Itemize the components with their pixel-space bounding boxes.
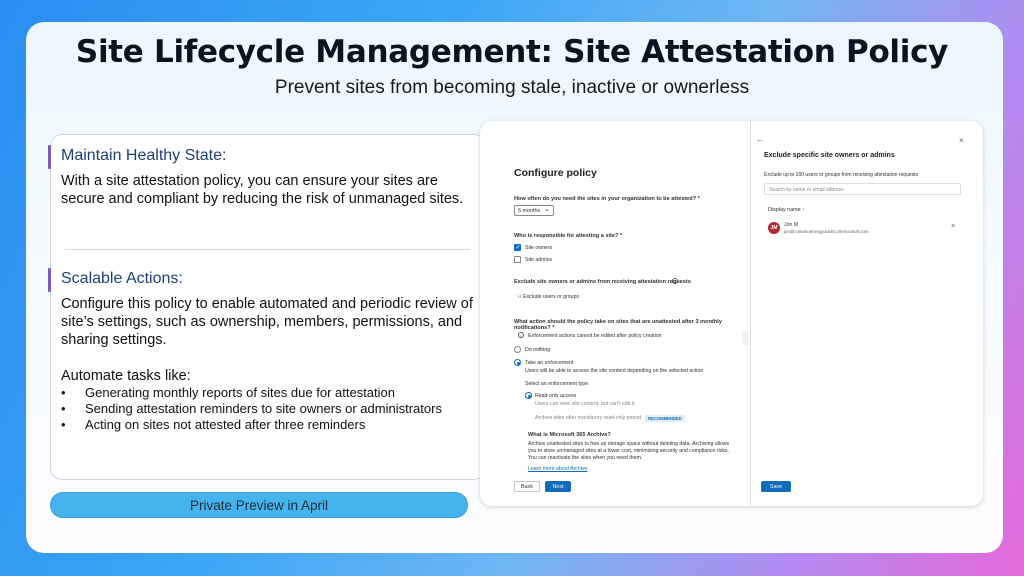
back-arrow-icon[interactable]: ←	[756, 135, 764, 144]
do-nothing-radio[interactable]	[514, 346, 521, 353]
exclude-panel: ← × Exclude specific site owners or admi…	[750, 121, 983, 506]
list-item: Acting on sites not attested after three…	[61, 417, 442, 433]
list-item: Sending attestation reminders to site ow…	[61, 401, 442, 417]
search-input[interactable]: Search by name or email address	[764, 183, 961, 195]
section-heading-healthy-state: Maintain Healthy State:	[47, 145, 227, 169]
enforcement-type-label: Select an enforcement type	[525, 381, 589, 387]
frequency-question: How often do you need the sites in your …	[514, 196, 700, 202]
do-nothing-label: Do nothing	[525, 347, 551, 353]
archive-heading: What is Microsoft 365 Archive?	[528, 432, 611, 438]
slide-title: Site Lifecycle Management: Site Attestat…	[75, 34, 949, 70]
read-only-description: Users can view site content, but can't e…	[535, 401, 636, 407]
configure-policy-pane: Configure policy How often do you need t…	[480, 121, 749, 506]
responsible-question: Who is responsible for attesting a site?…	[514, 233, 623, 239]
display-name-label: Display name	[768, 207, 801, 213]
info-panel: Maintain Healthy State: With a site atte…	[47, 134, 486, 480]
user-email: jon@contosoenergyusa40.onmicrosoft.com	[784, 229, 869, 234]
section-heading-scalable-actions: Scalable Actions:	[48, 268, 183, 292]
remove-user-icon[interactable]: ×	[951, 223, 955, 230]
save-button[interactable]: Save	[761, 481, 791, 492]
next-button[interactable]: Next	[545, 481, 571, 492]
exclude-panel-description: Exclude up to 100 users or groups from r…	[764, 172, 918, 178]
take-enforcement-radio[interactable]	[514, 359, 521, 366]
read-only-radio[interactable]	[525, 392, 532, 399]
site-owners-checkbox[interactable]	[514, 244, 521, 251]
exclude-users-link[interactable]: ⚇ Exclude users or groups	[517, 294, 579, 300]
info-icon[interactable]: i	[672, 278, 678, 284]
frequency-value: 6 months	[518, 208, 541, 214]
private-preview-button[interactable]: Private Preview in April	[50, 492, 468, 518]
read-only-label: Read-only access	[535, 393, 577, 399]
learn-more-archive-link[interactable]: Learn more about Archive	[528, 466, 587, 472]
archive-option-label: Archive sites after mandatory read-only …	[535, 415, 642, 421]
slide-subtitle: Prevent sites from becoming stale, inact…	[274, 77, 750, 98]
scrollbar[interactable]	[742, 331, 749, 345]
frequency-dropdown[interactable]: 6 months	[514, 205, 554, 216]
list-item: Generating monthly reports of sites due …	[61, 385, 442, 401]
exclude-question: Exclude site owners or admins from recei…	[514, 279, 691, 285]
automate-bullet-list: Generating monthly reports of sites due …	[61, 385, 442, 433]
exclude-users-link-label: Exclude users or groups	[523, 294, 580, 300]
info-icon: i	[518, 332, 524, 338]
policy-screenshot: Configure policy How often do you need t…	[480, 121, 983, 506]
section-text-scalable-actions: Configure this policy to enable automate…	[61, 296, 473, 348]
sort-arrow-icon: ↑	[802, 207, 805, 213]
section-divider	[65, 249, 470, 250]
enforcement-note: Enforcement actions cannot be edited aft…	[528, 333, 662, 339]
take-enforcement-label: Take an enforcement	[525, 360, 574, 366]
action-question: What action should the policy take on si…	[514, 319, 722, 331]
close-icon[interactable]: ×	[959, 136, 964, 145]
configure-policy-title: Configure policy	[514, 167, 597, 179]
display-name-column-header[interactable]: Display name ↑	[768, 207, 805, 213]
back-button[interactable]: Back	[514, 481, 540, 492]
archive-description: Archive unattested sites to free up stor…	[528, 441, 730, 461]
site-owners-label: Site owners	[525, 245, 553, 251]
enforcement-description: Users will be able to access the site co…	[525, 368, 704, 374]
section-text-healthy-state: With a site attestation policy, you can …	[61, 173, 464, 207]
automate-label: Automate tasks like:	[61, 368, 191, 384]
avatar: JM	[768, 222, 780, 234]
site-admins-label: Site admins	[525, 257, 553, 263]
user-name: Jon M	[784, 222, 799, 228]
person-add-icon: ⚇	[517, 294, 522, 300]
recommended-badge: RECOMMENDED	[645, 415, 685, 422]
exclude-panel-title: Exclude specific site owners or admins	[764, 152, 895, 159]
site-admins-checkbox[interactable]	[514, 256, 521, 263]
